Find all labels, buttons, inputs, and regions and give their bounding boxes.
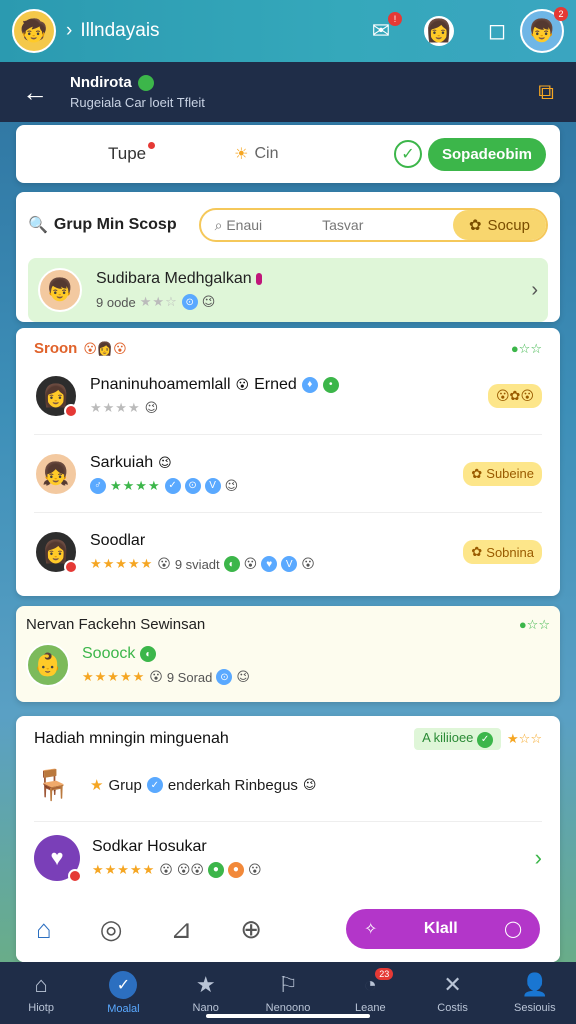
- chair-icon: 🪑: [34, 768, 72, 802]
- feature-heading: Nervan Fackehn Sewinsan: [26, 616, 206, 633]
- group-list: Sroon 😮👩😮 ●☆☆ 👩 Pnaninuhoamemlall 😮 Erned ♦ •…: [16, 328, 560, 596]
- primary-green-button[interactable]: Sopadeobim: [427, 137, 546, 171]
- subscribe-button[interactable]: ✿ Subeine: [463, 461, 542, 486]
- nav-item-moalal[interactable]: ✓ Moalal: [88, 971, 158, 1015]
- home-icon: ⌂: [34, 972, 48, 997]
- action-button[interactable]: ✧ Klall ◯: [346, 909, 540, 949]
- star-icon: ✿: [471, 465, 483, 481]
- search-panel: 🔍 Grup Min Scosp ⌕ Enaui Tasvar ✿ Socup 👦 …: [16, 192, 560, 322]
- list-item[interactable]: 👧 Sarkuiah 😉 ♂ ★★★★ ✓ ⊙ V 😉 ✿ Subeine: [34, 435, 542, 513]
- list-item[interactable]: 👩 Soodlar ★★★★★ 😮 9 sviadt ◐ 😮 ♥ V 😮 ✿ Sobnina: [34, 513, 542, 591]
- avatar: 👩: [34, 373, 78, 418]
- avatar: 👶: [26, 643, 70, 687]
- chart-icon[interactable]: ⊿: [170, 914, 192, 945]
- reward-heading: Hadiah mningin minguenah: [34, 729, 229, 747]
- user-icon: 👤: [521, 972, 549, 997]
- camera-icon[interactable]: ◎: [100, 914, 123, 945]
- rating-icon: ●☆☆: [510, 340, 542, 356]
- feature-panel: Nervan Fackehn Sewinsan ●☆☆ 👶 Sooock ◐ ★★…: [16, 606, 560, 702]
- back-arrow-icon[interactable]: ←: [22, 77, 48, 108]
- avatar: 👩: [34, 530, 78, 574]
- tab-tupe[interactable]: Tupe: [108, 142, 156, 164]
- reward-item[interactable]: 🪑 ★ Grup ✓ enderkah Rinbegus 😉: [34, 750, 542, 822]
- rating-icon: ★☆☆: [507, 730, 542, 746]
- reaction-button[interactable]: 😮✿😮: [488, 383, 542, 408]
- chevron-right-icon: ›: [66, 20, 73, 41]
- badge-icon: ⊙: [181, 294, 198, 310]
- highlight-card[interactable]: 👦 Sudibara Medhgalkan 9 oode ★★☆ ⊙ 😉 ›: [28, 258, 548, 322]
- search-label: 🔍 Grup Min Scosp: [28, 216, 177, 234]
- bottom-action-bar: ⌂ ◎ ⊿ ⊕ ✧ Klall ◯: [16, 896, 560, 962]
- reward-item[interactable]: ♥ Sodkar Hosukar ★★★★★ 😮 😮😮 ● ● 😮 ›: [34, 822, 542, 894]
- tab-cin[interactable]: ☀ Cin: [234, 144, 278, 164]
- chevron-right-icon[interactable]: ›: [535, 845, 542, 871]
- rating-icon: ●☆☆: [518, 616, 550, 632]
- group-heading: Sroon 😮👩😮 ●☆☆: [34, 340, 542, 357]
- nav-item-sesiouis[interactable]: 👤 Sesiouis: [500, 972, 570, 1014]
- group-emoji-icon: 😮👩😮: [83, 340, 127, 356]
- nav-item-leane[interactable]: ◔ Leane 23: [335, 968, 405, 1014]
- list-item[interactable]: 👩 Pnaninuhoamemlall 😮 Erned ♦ • ★★★★ 😉 😮✿😮: [34, 357, 542, 435]
- page-title: Nndirota: [70, 74, 132, 91]
- chat-icon[interactable]: ◻: [482, 16, 512, 46]
- page-subtitle: Rugeiala Car loeit Tfleit: [70, 95, 205, 110]
- sun-icon: ☀: [234, 146, 249, 163]
- nav-item-home[interactable]: ⌂ Hiotp: [6, 972, 76, 1014]
- search-input[interactable]: ⌕ Enaui Tasvar ✿ Socup: [198, 208, 548, 242]
- avatar: 👦: [38, 268, 82, 312]
- reward-tag: A kiliioee ✓: [414, 728, 502, 750]
- emoji-icon: 😉: [201, 294, 216, 309]
- feature-item[interactable]: 👶 Sooock ◐ ★★★★★ 😮 9 Sorad ⊙ 😉: [26, 643, 550, 687]
- gear-icon: ✿: [468, 217, 482, 234]
- search-icon[interactable]: ⊕: [240, 914, 262, 945]
- search-icon-small: ⌕: [214, 216, 223, 233]
- secondary-avatar[interactable]: 👦 2: [520, 7, 568, 53]
- nav-item-nano[interactable]: ★ Nano: [171, 972, 241, 1014]
- online-icon: [137, 74, 154, 91]
- sparkle-icon: ✧: [364, 921, 378, 938]
- top-bar: 🧒 › Illndayais ✉! 👩 ◻ 👦 2: [0, 0, 576, 62]
- sub-header: ← Nndirota Rugeiala Car loeit Tfleit ⧉: [0, 62, 576, 122]
- subscribe-button[interactable]: ✿ Sobnina: [463, 540, 542, 564]
- close-icon: ✕: [443, 972, 462, 997]
- heart-icon: ♥: [34, 834, 82, 883]
- star-icon: ★: [90, 777, 104, 794]
- nav-item-costis[interactable]: ✕ Costis: [418, 972, 488, 1014]
- check-icon: ✓: [109, 971, 138, 999]
- home-icon[interactable]: ⌂: [36, 914, 52, 945]
- star-icon: ★: [195, 972, 216, 997]
- chevron-right-icon[interactable]: ›: [531, 279, 538, 302]
- share-icon[interactable]: ⧉: [538, 79, 554, 105]
- app-title: › Illndayais: [66, 20, 160, 41]
- flag-icon: ⚐: [278, 972, 298, 997]
- star-icon: ✿: [471, 544, 483, 559]
- check-icon[interactable]: ✓: [393, 140, 422, 168]
- profile-face-icon[interactable]: 👩: [424, 16, 454, 46]
- user-avatar[interactable]: 🧒: [12, 9, 56, 53]
- tab-row: Tupe ☀ Cin ✓ Sopadeobim: [16, 125, 560, 183]
- circle-icon: ◯: [504, 921, 522, 938]
- notifications-icon[interactable]: ✉!: [366, 12, 402, 46]
- home-indicator: [206, 1014, 370, 1018]
- search-icon: 🔍: [28, 217, 48, 234]
- search-button[interactable]: ✿ Socup: [452, 210, 546, 240]
- nav-item-nenoono[interactable]: ⚐ Nenoono: [253, 972, 323, 1014]
- avatar: 👧: [34, 451, 78, 496]
